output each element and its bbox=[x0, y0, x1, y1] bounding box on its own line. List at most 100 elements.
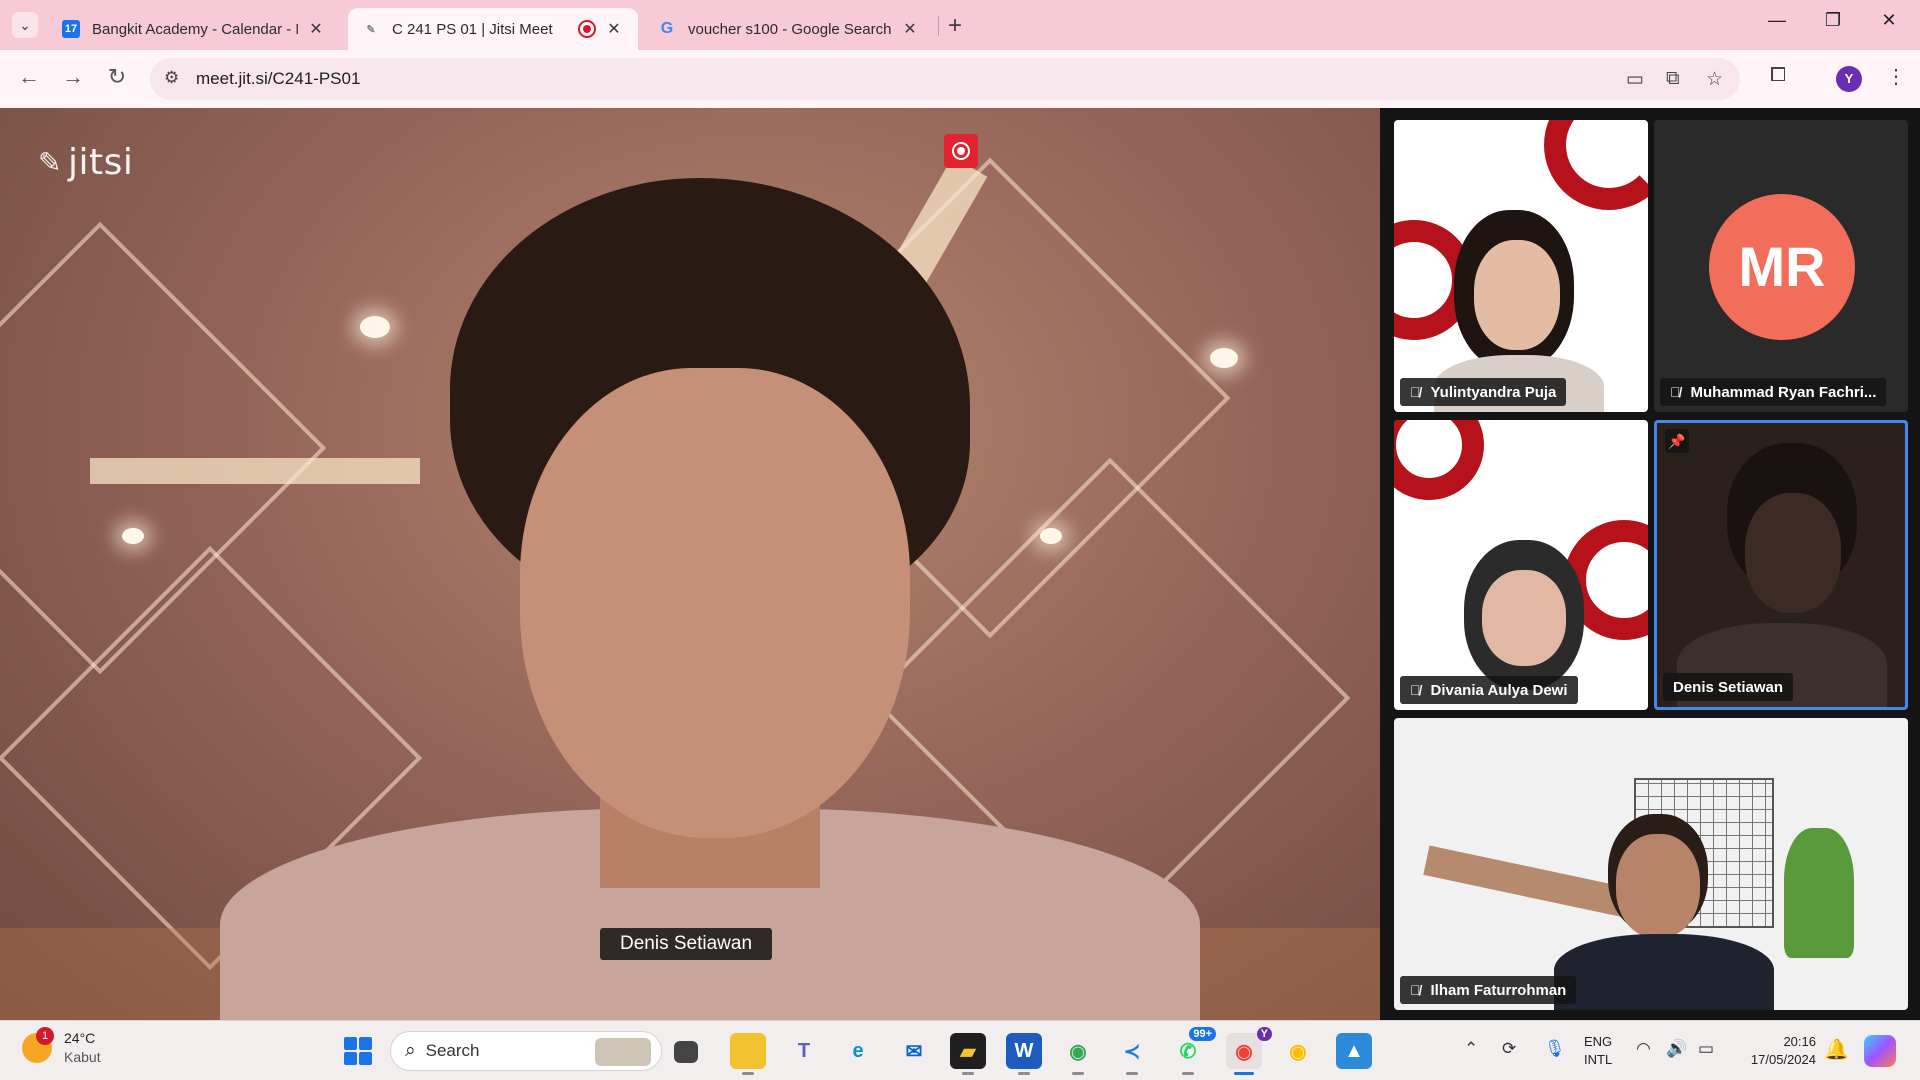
mic-muted-icon: 🎙̸ bbox=[1670, 384, 1681, 400]
chrome-icon[interactable]: ◉ bbox=[1280, 1033, 1316, 1069]
forward-icon[interactable]: → bbox=[58, 64, 88, 90]
weather-widget[interactable]: 1 24°C Kabut bbox=[22, 1027, 101, 1067]
participant-name: Muhammad Ryan Fachri... bbox=[1690, 383, 1877, 401]
wifi-icon[interactable]: ◠ bbox=[1636, 1039, 1651, 1059]
menu-kebab-icon[interactable]: ⋮ bbox=[1886, 64, 1906, 89]
close-tab-icon[interactable]: ✕ bbox=[604, 19, 624, 39]
mic-muted-icon: 🎙̸ bbox=[1410, 384, 1421, 400]
ceiling-light bbox=[1040, 528, 1062, 544]
participant-name-label: 🎙̸ Muhammad Ryan Fachri... bbox=[1660, 378, 1887, 406]
participant-name: Ilham Faturrohman bbox=[1430, 981, 1567, 999]
recording-badge[interactable] bbox=[944, 134, 978, 168]
whatsapp-badge: 99+ bbox=[1189, 1027, 1216, 1041]
tab-title: C 241 PS 01 | Jitsi Meet bbox=[392, 20, 553, 38]
chrome-profile-icon[interactable]: ◉ bbox=[1060, 1033, 1096, 1075]
background-logo bbox=[1544, 120, 1648, 210]
camera-icon[interactable]: ▭ bbox=[1626, 68, 1644, 91]
participant-name: Yulintyandra Puja bbox=[1430, 383, 1557, 401]
participant-face bbox=[1474, 240, 1560, 350]
language-indicator[interactable]: ENG INTL bbox=[1584, 1033, 1612, 1069]
main-video[interactable]: ✎ jitsi Denis Setiawan bbox=[0, 108, 1380, 1020]
url-text[interactable]: meet.jit.si/C241-PS01 bbox=[196, 69, 360, 89]
participant-body bbox=[1554, 934, 1774, 1010]
participant-name: Divania Aulya Dewi bbox=[1430, 681, 1568, 699]
participant-filmstrip: 🎙̸ Yulintyandra Puja MR 🎙̸ Muhammad Ryan… bbox=[1380, 108, 1920, 1020]
system-clock[interactable]: 20:16 17/05/2024 bbox=[1740, 1033, 1816, 1069]
tab-jitsi-meet[interactable]: ✎ C 241 PS 01 | Jitsi Meet ✕ bbox=[348, 8, 638, 50]
whatsapp-icon[interactable]: ✆ 99+ bbox=[1170, 1027, 1216, 1075]
new-tab-icon[interactable]: + bbox=[948, 12, 962, 40]
browser-toolbar: ← → ↻ ⚙ meet.jit.si/C241-PS01 ▭ ⧉ ☆ ⧠ Y … bbox=[0, 50, 1920, 108]
edge-icon[interactable]: e bbox=[840, 1033, 876, 1069]
close-tab-icon[interactable]: ✕ bbox=[306, 19, 326, 39]
ceiling-light bbox=[1210, 348, 1238, 368]
weather-badge: 1 bbox=[36, 1027, 54, 1045]
recording-indicator-icon bbox=[578, 20, 596, 38]
sticky-notes-icon[interactable]: ▰ bbox=[950, 1033, 986, 1075]
word-icon[interactable]: W bbox=[1006, 1033, 1042, 1075]
windows-start-icon[interactable] bbox=[344, 1037, 372, 1065]
participant-face bbox=[1616, 834, 1700, 938]
avatar: MR bbox=[1709, 194, 1855, 340]
clock-time: 20:16 bbox=[1783, 1034, 1816, 1049]
notification-bell-icon[interactable]: 🔔 bbox=[1824, 1037, 1849, 1062]
photos-icon[interactable]: ▲ bbox=[1336, 1033, 1372, 1069]
participant-tile[interactable]: 🎙̸ Divania Aulya Dewi bbox=[1394, 420, 1648, 710]
tab-search-chevron-icon[interactable]: ⌄ bbox=[12, 12, 38, 38]
windows-taskbar: 1 24°C Kabut ⌕ Search T e ✉ ▰ W ◉ ≺ ✆ 99+… bbox=[0, 1020, 1920, 1080]
copilot-icon[interactable] bbox=[1864, 1035, 1896, 1067]
jitsi-mark-icon: ✎ bbox=[38, 146, 62, 179]
tab-google-search[interactable]: G voucher s100 - Google Search ✕ bbox=[644, 8, 934, 50]
jitsi-icon: ✎ bbox=[366, 23, 376, 36]
chrome-profile-badge: Y bbox=[1256, 1027, 1272, 1041]
mail-icon[interactable]: ✉ bbox=[896, 1033, 932, 1069]
participant-face bbox=[1745, 493, 1841, 613]
chrome-active-icon[interactable]: ◉ Y bbox=[1226, 1027, 1272, 1075]
sync-icon[interactable]: ⟳ bbox=[1502, 1039, 1516, 1059]
participant-name: Denis Setiawan bbox=[1673, 678, 1784, 696]
browser-tab-strip: ⌄ 17 Bangkit Academy - Calendar - M ✕ ✎ … bbox=[0, 0, 1920, 50]
cast-icon[interactable]: ⧉ bbox=[1666, 68, 1680, 90]
microphone-icon[interactable]: 🎙 bbox=[1544, 1039, 1566, 1059]
battery-icon[interactable]: ▭ bbox=[1698, 1039, 1714, 1059]
teams-icon[interactable]: T bbox=[786, 1033, 822, 1069]
participant-name-label: 🎙̸ Divania Aulya Dewi bbox=[1400, 676, 1578, 704]
reload-icon[interactable]: ↻ bbox=[102, 64, 132, 90]
ceiling-light bbox=[122, 528, 144, 544]
volume-icon[interactable]: 🔊 bbox=[1666, 1039, 1687, 1059]
minimize-icon[interactable]: — bbox=[1754, 10, 1800, 31]
participant-face bbox=[1482, 570, 1566, 666]
pin-icon[interactable]: 📌 bbox=[1665, 429, 1689, 453]
tab-title: Bangkit Academy - Calendar - M bbox=[92, 20, 298, 38]
participant-tile[interactable]: 🎙̸ Yulintyandra Puja bbox=[1394, 120, 1648, 412]
participant-name-label: 🎙̸ Ilham Faturrohman bbox=[1400, 976, 1577, 1004]
taskbar-search[interactable]: ⌕ Search bbox=[390, 1031, 662, 1071]
participant-tile[interactable]: MR 🎙̸ Muhammad Ryan Fachri... bbox=[1654, 120, 1908, 412]
profile-avatar[interactable]: Y bbox=[1836, 66, 1862, 92]
jitsi-logo[interactable]: ✎ jitsi bbox=[38, 142, 133, 183]
weather-temp: 24°C bbox=[64, 1030, 96, 1046]
speaker-face bbox=[520, 368, 910, 838]
participant-tile[interactable]: 🎙̸ Ilham Faturrohman bbox=[1394, 718, 1908, 1010]
search-highlight-image bbox=[595, 1038, 651, 1066]
restore-icon[interactable]: ❐ bbox=[1810, 10, 1856, 31]
mic-muted-icon: 🎙̸ bbox=[1410, 982, 1421, 998]
back-icon[interactable]: ← bbox=[14, 64, 44, 90]
google-icon: G bbox=[660, 20, 674, 37]
mic-muted-icon: 🎙̸ bbox=[1410, 682, 1421, 698]
site-settings-icon[interactable]: ⚙ bbox=[164, 68, 179, 88]
show-hidden-icons-chevron[interactable]: ⌃ bbox=[1464, 1039, 1478, 1059]
search-icon: ⌕ bbox=[405, 1040, 416, 1061]
ceiling-light bbox=[360, 316, 390, 338]
vscode-icon[interactable]: ≺ bbox=[1114, 1033, 1150, 1075]
bookmark-star-icon[interactable]: ☆ bbox=[1706, 68, 1723, 91]
jitsi-logo-text: jitsi bbox=[67, 142, 134, 183]
extensions-icon[interactable]: ⧠ bbox=[1770, 64, 1786, 87]
close-tab-icon[interactable]: ✕ bbox=[900, 19, 920, 39]
participant-tile-pinned[interactable]: 📌 Denis Setiawan bbox=[1654, 420, 1908, 710]
tab-bangkit-calendar[interactable]: 17 Bangkit Academy - Calendar - M ✕ bbox=[48, 8, 340, 50]
address-bar[interactable]: ⚙ meet.jit.si/C241-PS01 ▭ ⧉ ☆ bbox=[150, 58, 1740, 100]
file-explorer-icon[interactable] bbox=[730, 1033, 766, 1075]
task-view-icon[interactable] bbox=[674, 1041, 698, 1063]
close-window-icon[interactable]: ✕ bbox=[1866, 10, 1912, 31]
